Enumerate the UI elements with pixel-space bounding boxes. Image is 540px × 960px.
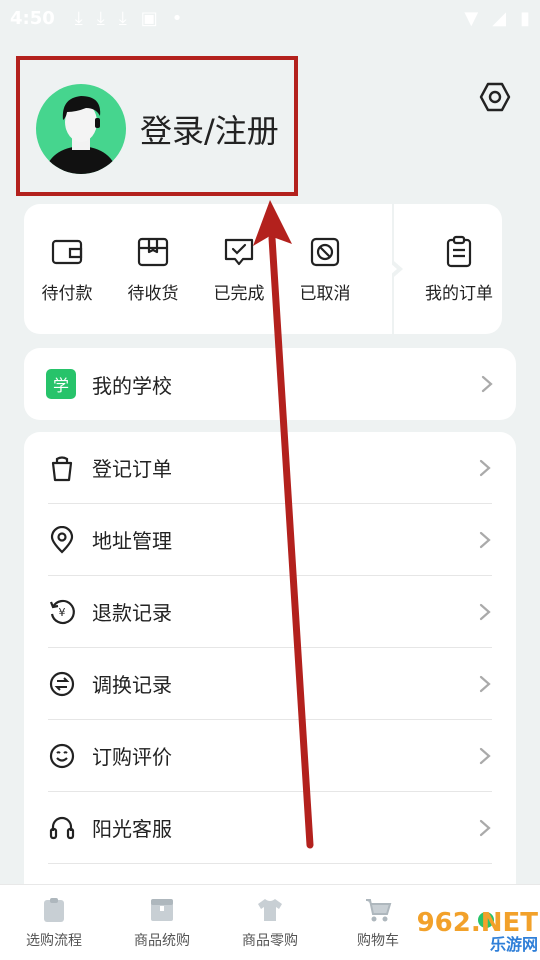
- divider-notch: [392, 204, 404, 334]
- order-completed[interactable]: 已完成: [196, 235, 282, 304]
- settings-icon[interactable]: [478, 80, 512, 114]
- my-school-row[interactable]: 学 我的学校: [24, 348, 516, 420]
- nav-purchase-process[interactable]: 选购流程: [0, 885, 108, 960]
- order-pending-payment[interactable]: 待付款: [24, 235, 110, 304]
- check-bubble-icon: [224, 238, 254, 265]
- clipboard-icon: [446, 235, 472, 267]
- watermark-bottom: 乐游网: [489, 935, 538, 954]
- watermark-top: 962.NET: [416, 908, 538, 938]
- cart-icon: [366, 898, 392, 921]
- order-item-label: 待收货: [127, 283, 179, 304]
- dot-icon: •: [171, 7, 183, 29]
- status-bar: 4:50 ⤓ ⤓ ⤓ ▣ • ▼ ◢ ▮: [0, 0, 540, 36]
- chevron-right-icon: [479, 459, 491, 476]
- my-orders-button[interactable]: 我的订单: [416, 204, 502, 334]
- battery-icon: ▮: [520, 7, 530, 29]
- nav-group-buy[interactable]: 商品统购: [108, 885, 216, 960]
- nav-label: 选购流程: [26, 932, 82, 949]
- chevron-right-icon: [479, 819, 491, 836]
- nav-label: 商品统购: [134, 932, 190, 949]
- bag-icon: [51, 455, 73, 481]
- menu-item-customer-service[interactable]: 阳光客服: [48, 792, 492, 864]
- wallet-icon: [51, 239, 83, 264]
- nav-label: 购物车: [357, 932, 399, 949]
- download-icon: ⤓: [96, 7, 105, 29]
- chevron-right-icon: [479, 603, 491, 620]
- nav-retail-buy[interactable]: 商品零购: [216, 885, 324, 960]
- menu-item-label: 登记订单: [92, 457, 172, 481]
- chevron-right-icon: [479, 675, 491, 692]
- download-icon: ⤓: [118, 7, 127, 29]
- menu-item-label: 退款记录: [92, 601, 172, 625]
- box-icon: [151, 898, 173, 921]
- school-badge-icon: 学: [46, 369, 76, 399]
- signal-icon: ◢: [492, 7, 507, 29]
- app-notification-icon: ▣: [140, 7, 158, 29]
- menu-item-label: 阳光客服: [92, 817, 172, 841]
- smile-icon: [49, 743, 75, 768]
- exchange-icon: [49, 671, 75, 696]
- annotation-box: [16, 56, 298, 196]
- chevron-right-icon: [481, 375, 493, 393]
- shirt-icon: [258, 898, 282, 921]
- menu-item-label: 地址管理: [92, 529, 172, 553]
- menu-item-register-order[interactable]: 登记订单: [48, 432, 492, 504]
- menu-item-address[interactable]: 地址管理: [48, 504, 492, 576]
- status-time: 4:50: [10, 7, 55, 29]
- order-status-card: 待付款 待收货 已完成 已取消 我的订单: [24, 204, 502, 334]
- menu-item-review[interactable]: 订购评价: [48, 720, 492, 792]
- order-pending-receipt[interactable]: 待收货: [110, 235, 196, 304]
- chevron-right-icon: [479, 531, 491, 548]
- wifi-icon: ▼: [464, 7, 479, 29]
- menu-item-exchange[interactable]: 调换记录: [48, 648, 492, 720]
- order-item-label: 已完成: [213, 283, 265, 304]
- box-icon: [137, 237, 169, 266]
- my-school-label: 我的学校: [92, 373, 172, 398]
- watermark-logo: 962.NET 乐游网: [398, 910, 538, 956]
- menu-card: 登记订单 地址管理 ¥ 退款记录 调换记录 订购评价 阳光客服: [24, 432, 516, 902]
- my-orders-label: 我的订单: [425, 283, 493, 304]
- order-item-label: 待付款: [41, 283, 93, 304]
- menu-item-label: 订购评价: [92, 745, 172, 769]
- chevron-right-icon: [479, 747, 491, 764]
- menu-item-refund[interactable]: ¥ 退款记录: [48, 576, 492, 648]
- cancel-icon: [310, 237, 340, 266]
- nav-label: 商品零购: [242, 932, 298, 949]
- menu-item-label: 调换记录: [92, 673, 172, 697]
- clipboard-icon: [44, 897, 64, 922]
- headset-icon: [49, 816, 75, 839]
- refund-icon: ¥: [49, 599, 75, 624]
- order-cancelled[interactable]: 已取消: [282, 235, 368, 304]
- download-icon: ⤓: [74, 7, 83, 29]
- location-icon: [50, 525, 74, 554]
- svg-text:¥: ¥: [59, 606, 66, 619]
- order-item-label: 已取消: [299, 283, 351, 304]
